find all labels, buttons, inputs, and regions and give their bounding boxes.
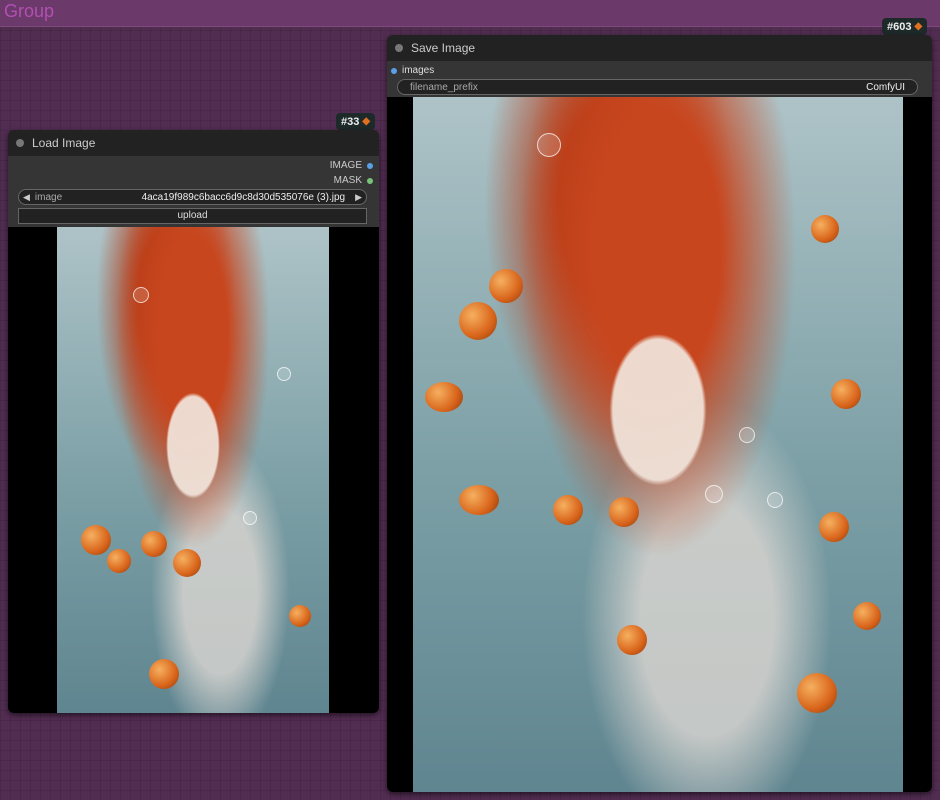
- image-combo-widget[interactable]: ◀ image 4aca19f989c6bacc6d9c8d30d535076e…: [18, 189, 367, 205]
- image-preview-area: [8, 227, 379, 713]
- image-preview: [57, 227, 329, 713]
- orb-icon: [459, 302, 497, 340]
- orb-icon: [489, 269, 523, 303]
- node-title: Save Image: [411, 41, 476, 55]
- group-header[interactable]: [0, 0, 940, 27]
- filename-prefix-widget[interactable]: filename_prefix ComfyUI: [397, 79, 918, 95]
- output-label: MASK: [333, 175, 362, 186]
- bubble-icon: [705, 485, 723, 503]
- badge-id: #603: [887, 20, 912, 33]
- collapse-dot-icon[interactable]: [16, 139, 24, 147]
- image-preview-area: [387, 97, 932, 792]
- output-socket-icon[interactable]: [367, 177, 373, 184]
- orb-icon: [553, 495, 583, 525]
- fox-icon: ◆: [362, 116, 371, 127]
- widget-value: 4aca19f989c6bacc6d9c8d30d535076e (3).jpg: [141, 191, 346, 203]
- input-images[interactable]: images: [391, 65, 434, 76]
- orb-icon: [609, 497, 639, 527]
- bubble-icon: [537, 133, 561, 157]
- orb-icon: [459, 485, 499, 515]
- orb-icon: [831, 379, 861, 409]
- widget-label: image: [34, 191, 63, 203]
- output-mask[interactable]: MASK: [334, 175, 373, 186]
- orb-icon: [617, 625, 647, 655]
- bubble-icon: [243, 511, 257, 525]
- orb-icon: [81, 525, 111, 555]
- group-title: Group: [4, 1, 55, 21]
- bubble-icon: [739, 427, 755, 443]
- orb-icon: [853, 602, 881, 630]
- arrow-right-icon[interactable]: ▶: [355, 192, 362, 203]
- node-header[interactable]: Load Image: [8, 130, 379, 156]
- output-label: IMAGE: [329, 160, 362, 171]
- orb-icon: [141, 531, 167, 557]
- widget-value: ComfyUI: [866, 81, 905, 93]
- fox-icon: ◆: [914, 21, 923, 32]
- node-header[interactable]: Save Image: [387, 35, 932, 61]
- bubble-icon: [133, 287, 149, 303]
- input-socket-icon[interactable]: [391, 67, 397, 74]
- node-id-badge-load: #33 ◆: [336, 113, 376, 130]
- orb-icon: [797, 673, 837, 713]
- node-title: Load Image: [32, 136, 96, 150]
- output-socket-icon[interactable]: [367, 162, 373, 169]
- orb-icon: [107, 549, 131, 573]
- orb-icon: [173, 549, 201, 577]
- orb-icon: [425, 382, 463, 412]
- badge-id: #33: [341, 115, 360, 128]
- orb-icon: [149, 659, 179, 689]
- upload-button[interactable]: upload: [18, 208, 367, 224]
- orb-icon: [811, 215, 839, 243]
- input-label: images: [402, 65, 435, 76]
- load-image-node[interactable]: Load Image IMAGE MASK ◀ image 4aca19f989…: [8, 130, 379, 713]
- arrow-left-icon[interactable]: ◀: [23, 192, 30, 203]
- widget-label: filename_prefix: [410, 81, 478, 93]
- save-image-node[interactable]: Save Image images filename_prefix ComfyU…: [387, 35, 932, 792]
- collapse-dot-icon[interactable]: [395, 44, 403, 52]
- node-id-badge-save: #603 ◆: [882, 18, 928, 35]
- bubble-icon: [277, 367, 291, 381]
- image-preview: [413, 97, 903, 792]
- orb-icon: [289, 605, 311, 627]
- orb-icon: [819, 512, 849, 542]
- bubble-icon: [767, 492, 783, 508]
- output-image[interactable]: IMAGE: [330, 160, 373, 171]
